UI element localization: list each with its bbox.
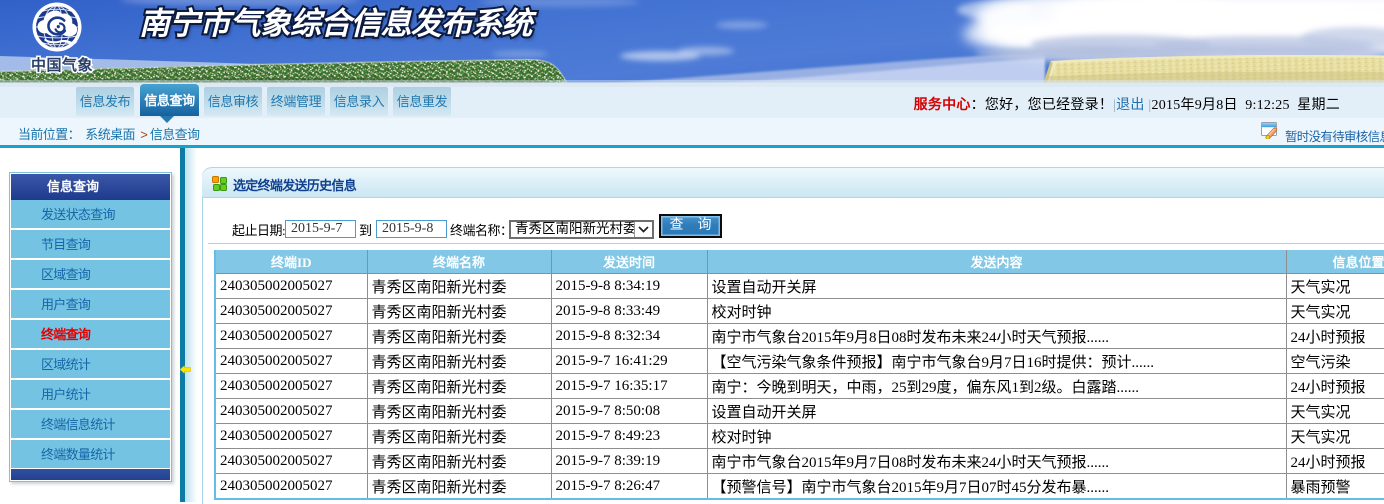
svg-text:中国气象: 中国气象: [31, 56, 93, 74]
